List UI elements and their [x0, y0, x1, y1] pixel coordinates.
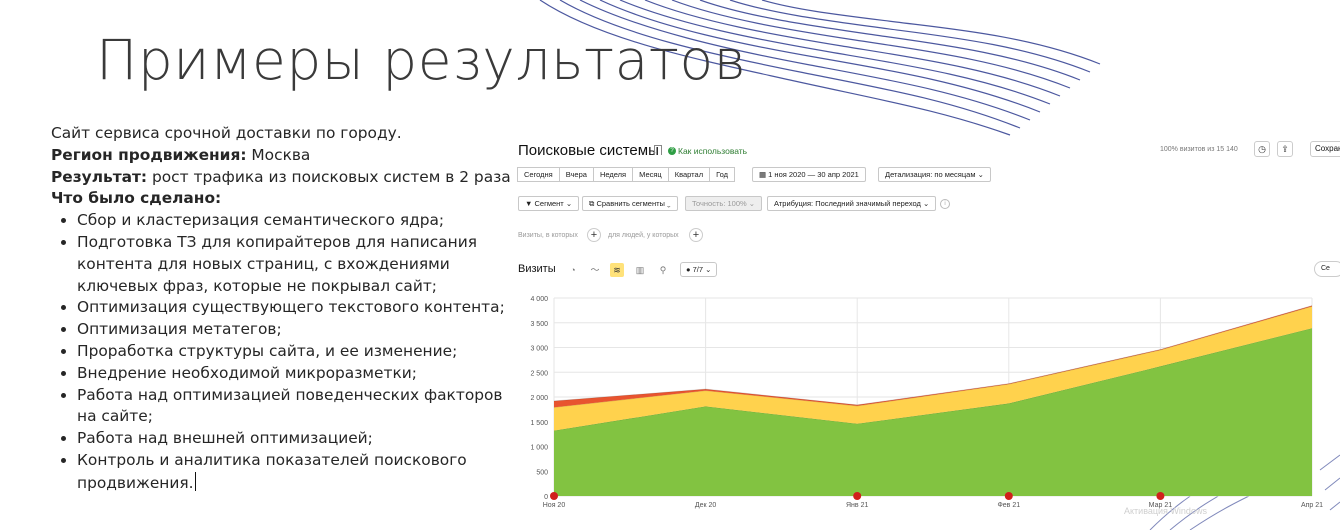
result-value: рост трафика из поисковых систем в 2 раз… — [152, 167, 511, 186]
line-icon[interactable]: 〜 — [588, 263, 602, 277]
result-line: Результат: рост трафика из поисковых сис… — [51, 167, 511, 189]
date-range-label: 1 ноя 2020 — 30 апр 2021 — [768, 170, 859, 179]
chevron-down-icon: ⌄ — [664, 199, 671, 208]
tab-year[interactable]: Год — [709, 167, 736, 182]
list-item: Контроль и аналитика показателей поисков… — [77, 450, 511, 495]
y-tick-label: 1 500 — [530, 420, 548, 427]
visits-area-chart: 0 500 1 000 1 500 2 000 2 500 3 000 3 500 4 000 Н… — [530, 296, 1323, 516]
slide-title: Примеры результатов — [96, 28, 747, 92]
metrica-report-screenshot: Поисковые системы ? Как использовать 100… — [512, 130, 1340, 530]
attribution-label: Атрибуция: Последний значимый переход — [774, 199, 921, 208]
tab-quarter[interactable]: Квартал — [667, 167, 711, 182]
chevron-down-icon: ⌄ — [920, 199, 930, 208]
clock-icon[interactable]: ◷ — [1254, 141, 1270, 157]
how-to-link[interactable]: ? Как использовать — [668, 146, 747, 156]
region-label: Регион продвижения: — [51, 145, 247, 164]
tab-today[interactable]: Сегодня — [517, 167, 560, 182]
x-tick-label: Апр 21 — [1301, 502, 1323, 509]
list-item: Работа над оптимизацией поведенческих фа… — [77, 385, 511, 429]
save-button[interactable]: Сохран — [1310, 141, 1340, 157]
report-title: Поисковые системы — [518, 142, 659, 159]
text-cursor — [194, 471, 196, 491]
list-item: Оптимизация существующего текстового кон… — [77, 297, 511, 319]
result-label: Результат: — [51, 167, 148, 186]
y-tick-label: 2 000 — [530, 395, 548, 402]
y-tick-label: 4 000 — [530, 296, 548, 303]
region-value: Москва — [251, 145, 311, 164]
y-tick-label: 500 — [536, 469, 548, 476]
plus-icon[interactable]: + — [587, 228, 601, 242]
watermark-text: Активация Windows — [1124, 506, 1207, 516]
area-icon[interactable]: ≋ — [610, 263, 624, 277]
y-tick-label: 0 — [544, 494, 548, 501]
segment-label: Сегмент — [534, 199, 564, 208]
series-count-label: 7/7 — [692, 265, 704, 274]
list-item: Работа над внешней оптимизацией; — [77, 428, 511, 450]
done-label: Что было сделано: — [51, 189, 222, 208]
accuracy-dropdown[interactable]: Точность: 100% ⌄ — [685, 196, 763, 211]
export-icon[interactable]: ⇪ — [1277, 141, 1293, 157]
comment-icon: ● — [686, 265, 693, 274]
metric-label: Визиты — [518, 263, 556, 275]
calendar-icon: ▦ — [759, 170, 769, 179]
bookmark-icon[interactable] — [654, 145, 662, 155]
y-tick-label: 3 000 — [530, 346, 548, 353]
x-tick-label: Дек 20 — [695, 502, 717, 509]
info-icon: ? — [668, 147, 676, 155]
tab-week[interactable]: Неделя — [592, 167, 634, 182]
work-list: Сбор и кластеризация семантического ядра… — [51, 210, 511, 494]
attribution-dropdown[interactable]: Атрибуция: Последний значимый переход ⌄ — [767, 196, 937, 211]
event-marker — [1004, 492, 1013, 500]
y-tick-label: 3 500 — [530, 321, 548, 328]
date-range-button[interactable]: ▦ 1 ноя 2020 — 30 апр 2021 — [752, 167, 866, 182]
done-heading: Что было сделано: — [51, 188, 511, 210]
info-icon[interactable]: i — [940, 199, 950, 209]
series-count-dropdown[interactable]: ● 7/7 ⌄ — [680, 262, 718, 277]
y-tick-label: 1 000 — [530, 445, 548, 452]
detail-dropdown[interactable]: Детализация: по месяцам ⌄ — [878, 167, 991, 182]
pie-icon[interactable]: ◔ — [566, 263, 580, 277]
hint-visits: Визиты, в которых — [518, 232, 578, 239]
visits-total: 100% визитов из 15 140 — [1160, 146, 1238, 153]
list-item: Оптимизация метатегов; — [77, 319, 511, 341]
region-line: Регион продвижения: Москва — [51, 145, 511, 167]
y-tick-label: 2 500 — [530, 370, 548, 377]
event-marker — [853, 492, 862, 500]
compare-label: Сравнить сегменты — [596, 199, 665, 208]
bar-icon[interactable]: ▥ — [633, 263, 647, 277]
period-tabs: Сегодня Вчера Неделя Месяц Квартал Год — [517, 167, 736, 182]
list-item: Внедрение необходимой микроразметки; — [77, 363, 511, 385]
accuracy-label: Точность: 100% — [692, 199, 747, 208]
hint-people: для людей, у которых — [608, 232, 679, 239]
slide-body: Сайт сервиса срочной доставки по городу.… — [51, 123, 511, 495]
chevron-down-icon: ⌄ — [975, 170, 984, 179]
segment-dropdown[interactable]: ▼ Сегмент ⌄ — [518, 196, 580, 211]
list-item: Сбор и кластеризация семантического ядра… — [77, 210, 511, 232]
chevron-down-icon: ⌄ — [563, 199, 573, 208]
detail-label: Детализация: по месяцам — [885, 170, 976, 179]
map-icon[interactable]: ⚲ — [656, 263, 670, 277]
x-tick-label: Фев 21 — [997, 502, 1020, 509]
edge-button[interactable]: Се — [1314, 261, 1340, 277]
chevron-down-icon: ⌄ — [746, 199, 756, 208]
x-tick-label: Янв 21 — [846, 502, 868, 509]
tab-yesterday[interactable]: Вчера — [558, 167, 594, 182]
site-description: Сайт сервиса срочной доставки по городу. — [51, 124, 402, 142]
event-marker — [1156, 492, 1165, 500]
how-to-label: Как использовать — [678, 146, 748, 156]
compare-segments-dropdown[interactable]: ⧉ Сравнить сегменты ⌄ — [582, 196, 678, 211]
list-item: Проработка структуры сайта, и ее изменен… — [77, 341, 511, 363]
tab-month[interactable]: Месяц — [632, 167, 669, 182]
x-tick-label: Ноя 20 — [543, 502, 566, 509]
list-item: Подготовка ТЗ для копирайтеров для напис… — [77, 232, 511, 297]
plus-icon[interactable]: + — [689, 228, 703, 242]
filter-icon: ▼ — [525, 199, 535, 208]
chevron-down-icon: ⌄ — [703, 265, 712, 274]
event-marker — [550, 492, 558, 500]
list-item-text: Контроль и аналитика показателей поисков… — [77, 450, 467, 492]
